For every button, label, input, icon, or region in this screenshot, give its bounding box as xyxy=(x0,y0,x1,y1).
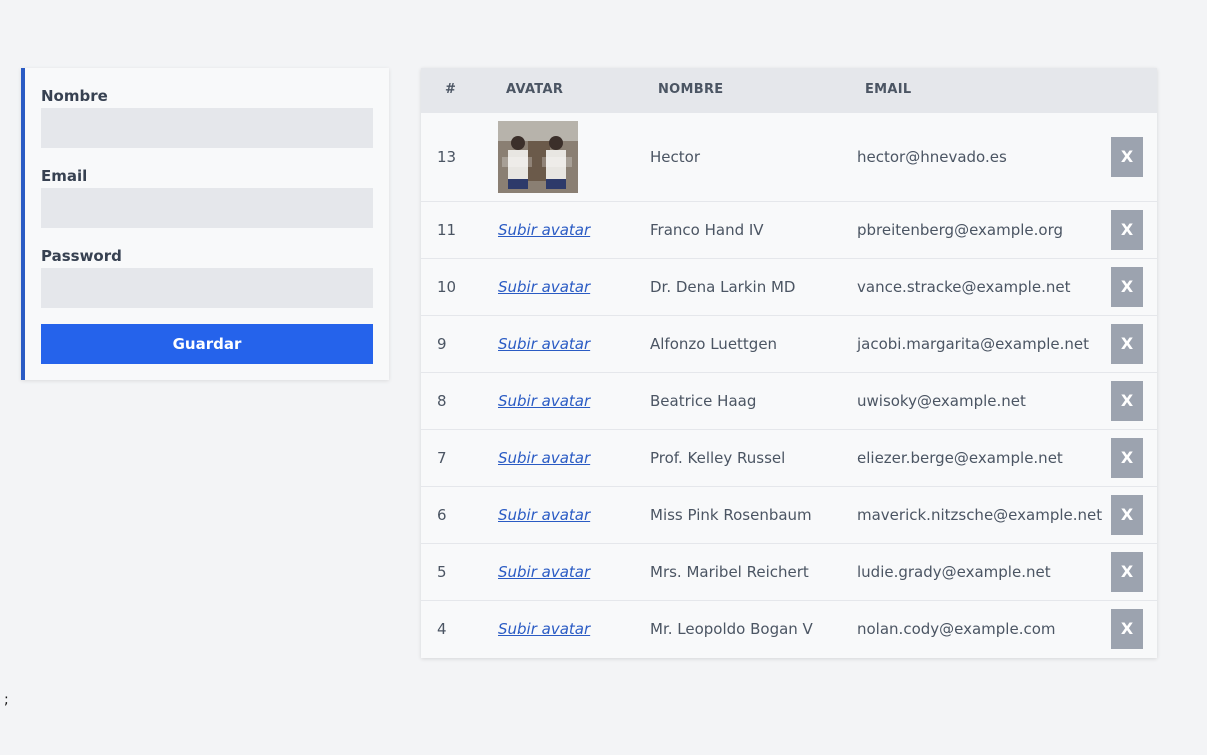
table-header-row: # AVATAR NOMBRE EMAIL xyxy=(421,68,1157,112)
row-email: uwisoky@example.net xyxy=(831,371,1111,429)
header-name: NOMBRE xyxy=(658,82,724,98)
row-name: Mr. Leopoldo Bogan V xyxy=(624,599,831,657)
row-name: Prof. Kelley Russel xyxy=(624,428,831,486)
delete-button[interactable]: X xyxy=(1111,323,1143,364)
row-actions: X xyxy=(1111,200,1157,258)
save-button[interactable]: Guardar xyxy=(41,324,373,364)
stray-text: ; xyxy=(4,692,9,708)
delete-button[interactable]: X xyxy=(1111,136,1143,177)
row-actions: X xyxy=(1111,542,1157,600)
row-actions: X xyxy=(1111,111,1157,201)
delete-button[interactable]: X xyxy=(1111,608,1143,649)
row-avatar-cell: Subir avatar xyxy=(498,371,624,429)
upload-avatar-link[interactable]: Subir avatar xyxy=(498,506,590,524)
upload-avatar-link[interactable]: Subir avatar xyxy=(498,392,590,410)
table-row: 5 Subir avatar Mrs. Maribel Reichert ludie.… xyxy=(421,542,1157,600)
row-email: eliezer.berge@example.net xyxy=(831,428,1111,486)
row-id: 13 xyxy=(421,111,498,201)
name-label: Nombre xyxy=(41,87,108,105)
user-form: Nombre Email Password Guardar xyxy=(21,68,389,380)
row-id: 10 xyxy=(421,257,498,315)
row-avatar-cell: Subir avatar xyxy=(498,257,624,315)
row-avatar-cell: Subir avatar xyxy=(498,542,624,600)
users-table: # AVATAR NOMBRE EMAIL 13 Hector hector@hne… xyxy=(421,68,1157,657)
upload-avatar-link[interactable]: Subir avatar xyxy=(498,620,590,638)
delete-button[interactable]: X xyxy=(1111,551,1143,592)
row-name: Hector xyxy=(624,111,831,201)
row-email: hector@hnevado.es xyxy=(831,111,1111,201)
header-email: EMAIL xyxy=(865,82,912,98)
name-input[interactable] xyxy=(41,108,373,148)
upload-avatar-link[interactable]: Subir avatar xyxy=(498,335,590,353)
row-actions: X xyxy=(1111,428,1157,486)
delete-button[interactable]: X xyxy=(1111,494,1143,535)
table-row: 11 Subir avatar Franco Hand IV pbreitenberg… xyxy=(421,200,1157,258)
row-avatar-cell: Subir avatar xyxy=(498,599,624,657)
delete-button[interactable]: X xyxy=(1111,209,1143,250)
table-row: 9 Subir avatar Alfonzo Luettgen jacobi.marg… xyxy=(421,314,1157,372)
table-row: 6 Subir avatar Miss Pink Rosenbaum maverick… xyxy=(421,485,1157,543)
row-email: ludie.grady@example.net xyxy=(831,542,1111,600)
header-avatar: AVATAR xyxy=(506,82,564,98)
row-actions: X xyxy=(1111,485,1157,543)
row-email: maverick.nitzsche@example.net xyxy=(831,485,1111,543)
delete-button[interactable]: X xyxy=(1111,437,1143,478)
password-input[interactable] xyxy=(41,268,373,308)
header-actions xyxy=(1111,68,1157,112)
row-avatar-cell xyxy=(498,111,624,201)
row-name: Dr. Dena Larkin MD xyxy=(624,257,831,315)
table-row: 13 Hector hector@hnevado.es X xyxy=(421,111,1157,201)
row-actions: X xyxy=(1111,314,1157,372)
table-body: 13 Hector hector@hnevado.es X 11 Subir avatar… xyxy=(421,111,1157,657)
header-number: # xyxy=(445,82,457,98)
row-id: 9 xyxy=(421,314,498,372)
email-input[interactable] xyxy=(41,188,373,228)
table-row: 10 Subir avatar Dr. Dena Larkin MD vance.st… xyxy=(421,257,1157,315)
upload-avatar-link[interactable]: Subir avatar xyxy=(498,563,590,581)
row-id: 6 xyxy=(421,485,498,543)
row-email: vance.stracke@example.net xyxy=(831,257,1111,315)
row-id: 8 xyxy=(421,371,498,429)
row-name: Mrs. Maribel Reichert xyxy=(624,542,831,600)
row-name: Beatrice Haag xyxy=(624,371,831,429)
row-avatar-cell: Subir avatar xyxy=(498,314,624,372)
row-email: jacobi.margarita@example.net xyxy=(831,314,1111,372)
row-avatar-cell: Subir avatar xyxy=(498,485,624,543)
row-id: 5 xyxy=(421,542,498,600)
upload-avatar-link[interactable]: Subir avatar xyxy=(498,278,590,296)
table-row: 4 Subir avatar Mr. Leopoldo Bogan Vnolan.c… xyxy=(421,599,1157,657)
table-row: 8 Subir avatar Beatrice Haag uwisoky@exampl… xyxy=(421,371,1157,429)
row-name: Franco Hand IV xyxy=(624,200,831,258)
row-id: 7 xyxy=(421,428,498,486)
row-email: pbreitenberg@example.org xyxy=(831,200,1111,258)
password-label: Password xyxy=(41,247,122,265)
upload-avatar-link[interactable]: Subir avatar xyxy=(498,449,590,467)
row-avatar-cell: Subir avatar xyxy=(498,428,624,486)
email-label: Email xyxy=(41,167,88,185)
delete-button[interactable]: X xyxy=(1111,266,1143,307)
row-id: 11 xyxy=(421,200,498,258)
row-actions: X xyxy=(1111,257,1157,315)
row-email: nolan.cody@example.com xyxy=(831,599,1111,657)
row-avatar-cell: Subir avatar xyxy=(498,200,624,258)
avatar xyxy=(498,120,578,193)
row-name: Miss Pink Rosenbaum xyxy=(624,485,831,543)
table-row: 7 Subir avatar Prof. Kelley Russel eliezer.… xyxy=(421,428,1157,486)
delete-button[interactable]: X xyxy=(1111,380,1143,421)
row-actions: X xyxy=(1111,599,1157,657)
row-name: Alfonzo Luettgen xyxy=(624,314,831,372)
row-id: 4 xyxy=(421,599,498,657)
row-actions: X xyxy=(1111,371,1157,429)
upload-avatar-link[interactable]: Subir avatar xyxy=(498,221,590,239)
users-table-card: # AVATAR NOMBRE EMAIL 13 Hector hector@hne… xyxy=(421,68,1157,658)
